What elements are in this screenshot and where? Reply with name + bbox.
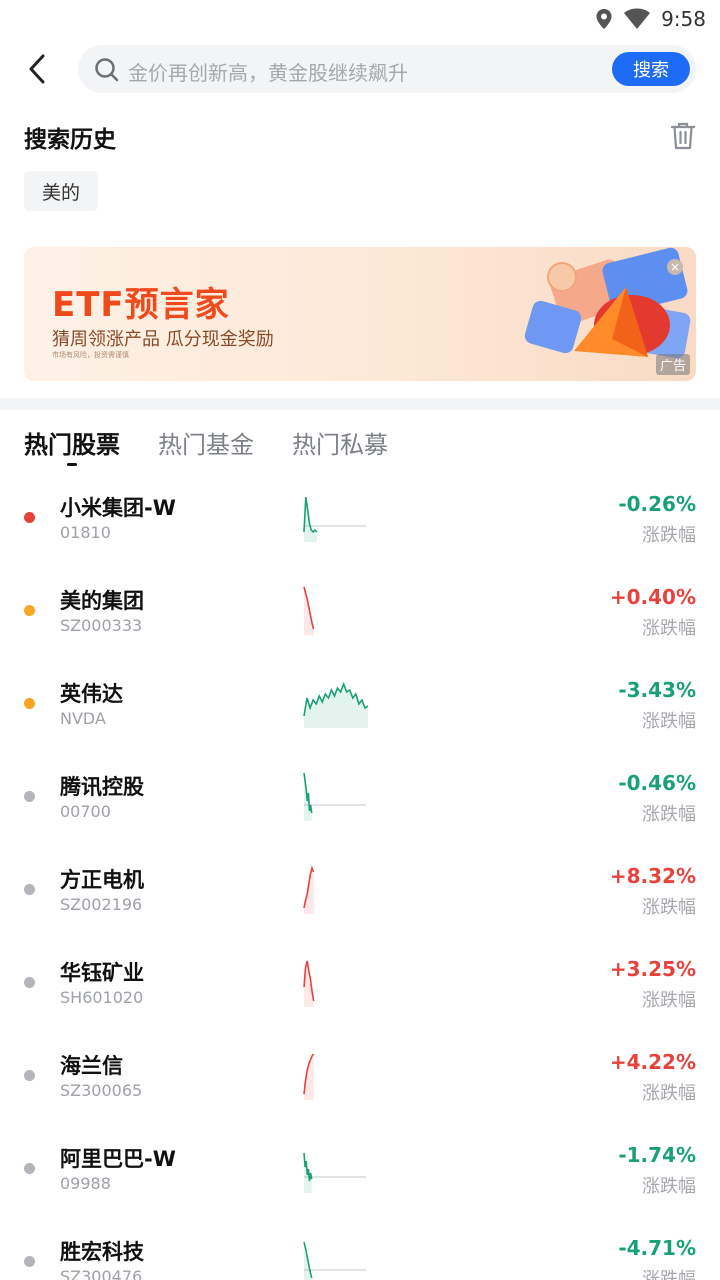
stock-sparkline [303, 1241, 366, 1280]
change-percent: -4.71% [618, 1236, 696, 1260]
ad-banner[interactable]: ETF预言家 猜周领涨产品 瓜分现金奖励 市场有风险，投资需谨慎 × 广告 [24, 247, 696, 381]
stock-code: SZ000333 [60, 616, 143, 635]
change-percent-label: 涨跌幅 [642, 1083, 696, 1104]
change-percent: +8.32% [609, 864, 696, 888]
stock-code: NVDA [60, 709, 106, 728]
hot-tabs: 热门股票 热门基金 热门私募 [0, 420, 720, 470]
stock-row[interactable]: 美的集团 SZ000333 +0.40% 涨跌幅 [0, 573, 720, 666]
rank-dot [24, 977, 35, 988]
stock-code: SZ300065 [60, 1081, 143, 1100]
change-percent: -0.26% [618, 492, 696, 516]
stock-name: 美的集团 [60, 589, 144, 613]
location-icon [596, 9, 612, 29]
change-percent-label: 涨跌幅 [642, 990, 696, 1011]
stock-sparkline [303, 865, 315, 914]
rank-dot [24, 1163, 35, 1174]
change-percent: +3.25% [609, 957, 696, 981]
stock-name: 方正电机 [60, 868, 144, 892]
stock-sparkline [303, 1053, 315, 1100]
clock: 9:58 [661, 7, 706, 31]
change-percent-label: 涨跌幅 [642, 618, 696, 639]
change-percent-label: 涨跌幅 [642, 897, 696, 918]
stock-name: 英伟达 [60, 682, 123, 706]
change-percent: +4.22% [609, 1050, 696, 1074]
search-input[interactable]: 金价再创新高，黄金股继续飙升 搜索 [78, 45, 696, 93]
change-percent: -0.46% [618, 771, 696, 795]
stock-name: 华钰矿业 [60, 961, 144, 985]
rank-dot [24, 1070, 35, 1081]
section-divider [0, 398, 720, 410]
stock-name: 小米集团-W [60, 496, 176, 520]
stock-row[interactable]: 海兰信 SZ300065 +4.22% 涨跌幅 [0, 1038, 720, 1131]
stock-name: 胜宏科技 [60, 1240, 144, 1264]
rank-dot [24, 884, 35, 895]
stock-code: 01810 [60, 523, 111, 542]
stock-name: 腾讯控股 [60, 775, 144, 799]
stock-code: 09988 [60, 1174, 111, 1193]
rank-dot [24, 698, 35, 709]
rank-dot [24, 1256, 35, 1267]
tab-hot-stocks[interactable]: 热门股票 [24, 425, 120, 460]
stock-sparkline [303, 1152, 366, 1193]
tab-hot-private-funds[interactable]: 热门私募 [292, 425, 388, 460]
stock-name: 海兰信 [60, 1054, 123, 1078]
back-button[interactable] [20, 50, 54, 88]
history-chip[interactable]: 美的 [24, 171, 99, 211]
search-icon [95, 58, 119, 82]
change-percent: -1.74% [618, 1143, 696, 1167]
change-percent-label: 涨跌幅 [642, 525, 696, 546]
wifi-icon [624, 8, 651, 29]
stock-sparkline [303, 496, 366, 542]
change-percent: +0.40% [609, 585, 696, 609]
ad-subtitle: 猜周领涨产品 瓜分现金奖励 [52, 329, 274, 350]
stock-code: SZ002196 [60, 895, 143, 914]
change-percent: -3.43% [618, 678, 696, 702]
change-percent-label: 涨跌幅 [642, 711, 696, 732]
status-bar: 9:58 [0, 0, 720, 38]
ad-badge: 广告 [656, 354, 691, 375]
tab-hot-funds[interactable]: 热门基金 [158, 425, 254, 460]
stock-sparkline [303, 960, 315, 1007]
stock-row[interactable]: 小米集团-W 01810 -0.26% 涨跌幅 [0, 480, 720, 573]
ad-title: ETF预言家 [52, 285, 230, 325]
change-percent-label: 涨跌幅 [642, 1176, 696, 1197]
chevron-left-icon [29, 54, 45, 84]
search-row: 金价再创新高，黄金股继续飙升 搜索 [0, 44, 720, 94]
ad-close-button[interactable]: × [667, 259, 683, 275]
stock-sparkline [303, 772, 366, 821]
stock-sparkline [303, 681, 368, 728]
stock-row[interactable]: 胜宏科技 SZ300476 -4.71% 涨跌幅 [0, 1224, 720, 1280]
rank-dot [24, 791, 35, 802]
change-percent-label: 涨跌幅 [642, 1269, 696, 1280]
stock-row[interactable]: 阿里巴巴-W 09988 -1.74% 涨跌幅 [0, 1131, 720, 1224]
search-placeholder: 金价再创新高，黄金股继续飙升 [128, 61, 408, 85]
stock-row[interactable]: 方正电机 SZ002196 +8.32% 涨跌幅 [0, 852, 720, 945]
trash-icon [670, 122, 696, 150]
rank-dot [24, 512, 35, 523]
stock-sparkline [303, 586, 315, 635]
stock-code: SH601020 [60, 988, 144, 1007]
ad-fineprint: 市场有风险，投资需谨慎 [52, 351, 129, 359]
stock-row[interactable]: 腾讯控股 00700 -0.46% 涨跌幅 [0, 759, 720, 852]
search-button[interactable]: 搜索 [612, 52, 690, 86]
rank-dot [24, 605, 35, 616]
stock-name: 阿里巴巴-W [60, 1147, 176, 1171]
stock-code: 00700 [60, 802, 111, 821]
clear-history-button[interactable] [670, 121, 696, 151]
sparkline-area [304, 868, 314, 914]
stock-code: SZ300476 [60, 1267, 143, 1280]
stock-row[interactable]: 华钰矿业 SH601020 +3.25% 涨跌幅 [0, 945, 720, 1038]
stock-row[interactable]: 英伟达 NVDA -3.43% 涨跌幅 [0, 666, 720, 759]
change-percent-label: 涨跌幅 [642, 804, 696, 825]
tab-indicator [67, 463, 77, 466]
search-history-title: 搜索历史 [24, 127, 116, 153]
